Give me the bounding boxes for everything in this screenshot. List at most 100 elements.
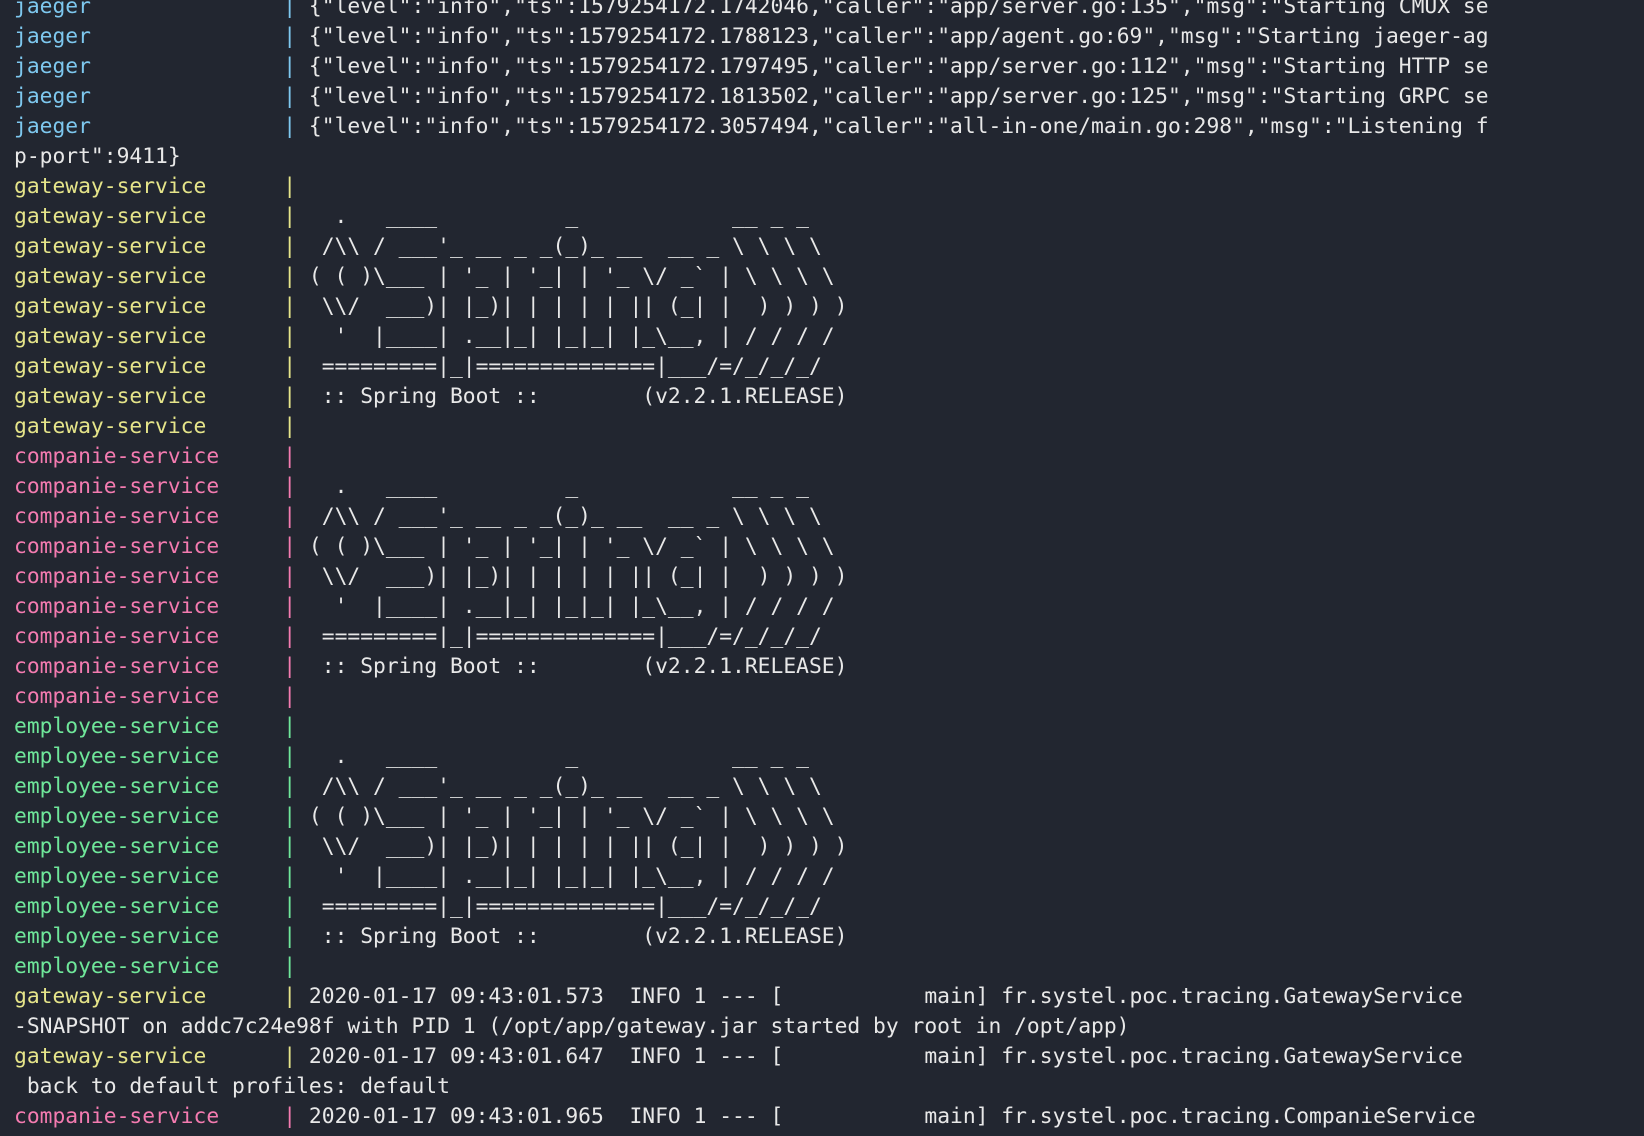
log-line: employee-service | . ____ _ __ _ _ xyxy=(14,742,1644,772)
log-message: =========|_|==============|___/=/_/_/_/ xyxy=(308,624,822,649)
log-separator: | xyxy=(270,384,309,409)
log-padding xyxy=(219,594,270,619)
log-separator: | xyxy=(270,624,309,649)
log-service-name: jaeger xyxy=(14,24,91,49)
log-padding xyxy=(206,204,270,229)
log-message: ' |____| .__|_| |_|_| |_\__, | / / / / xyxy=(308,864,835,889)
log-line: companie-service | ' |____| .__|_| |_|_|… xyxy=(14,592,1644,622)
log-separator: | xyxy=(270,324,309,349)
log-separator: | xyxy=(270,114,309,139)
log-service-name: companie-service xyxy=(14,684,220,709)
log-message: {"level":"info","ts":1579254172.3057494,… xyxy=(308,114,1489,139)
log-line: jaeger | {"level":"info","ts":1579254172… xyxy=(14,52,1644,82)
log-message: /\\ / ___'_ __ _ _(_)_ __ __ _ \ \ \ \ xyxy=(308,774,822,799)
log-service-name: gateway-service xyxy=(14,174,207,199)
log-service-name: employee-service xyxy=(14,954,220,979)
log-message: {"level":"info","ts":1579254172.1742046,… xyxy=(308,0,1489,19)
log-message: /\\ / ___'_ __ _ _(_)_ __ __ _ \ \ \ \ xyxy=(308,504,822,529)
log-padding xyxy=(219,444,270,469)
log-padding xyxy=(206,174,270,199)
log-padding xyxy=(91,24,271,49)
log-line: gateway-service | /\\ / ___'_ __ _ _(_)_… xyxy=(14,232,1644,262)
log-separator: | xyxy=(270,204,309,229)
log-padding xyxy=(206,324,270,349)
log-separator: | xyxy=(270,894,309,919)
log-padding xyxy=(219,534,270,559)
log-separator: | xyxy=(270,444,309,469)
log-separator: | xyxy=(270,804,309,829)
log-service-name: employee-service xyxy=(14,774,220,799)
log-service-name: gateway-service xyxy=(14,984,207,1009)
log-service-name: jaeger xyxy=(14,114,91,139)
log-separator: | xyxy=(270,594,309,619)
log-message: ' |____| .__|_| |_|_| |_\__, | / / / / xyxy=(308,594,835,619)
log-service-name: gateway-service xyxy=(14,294,207,319)
log-message: /\\ / ___'_ __ _ _(_)_ __ __ _ \ \ \ \ xyxy=(308,234,822,259)
log-service-name: gateway-service xyxy=(14,324,207,349)
log-service-name: gateway-service xyxy=(14,264,207,289)
log-separator: | xyxy=(270,744,309,769)
log-line: companie-service | xyxy=(14,682,1644,712)
log-separator: | xyxy=(270,654,309,679)
log-message: 2020-01-17 09:43:01.965 INFO 1 --- [ mai… xyxy=(308,1104,1476,1128)
log-padding xyxy=(91,114,271,139)
log-separator: | xyxy=(270,834,309,859)
log-padding xyxy=(219,834,270,859)
log-separator: | xyxy=(270,1104,309,1128)
log-message: {"level":"info","ts":1579254172.1797495,… xyxy=(308,54,1489,79)
log-line: employee-service | ( ( )\___ | '_ | '_| … xyxy=(14,802,1644,832)
log-separator: | xyxy=(270,474,309,499)
log-line: gateway-service | :: Spring Boot :: (v2.… xyxy=(14,382,1644,412)
log-line: companie-service | ( ( )\___ | '_ | '_| … xyxy=(14,532,1644,562)
log-line: gateway-service | ( ( )\___ | '_ | '_| |… xyxy=(14,262,1644,292)
log-line: jaeger | {"level":"info","ts":1579254172… xyxy=(14,112,1644,142)
log-padding xyxy=(219,894,270,919)
terminal-window[interactable]: jaeger | {"level":"info","ts":1579254172… xyxy=(0,0,1644,1128)
log-padding xyxy=(219,804,270,829)
log-separator: | xyxy=(270,924,309,949)
log-service-name: employee-service xyxy=(14,744,220,769)
log-separator: | xyxy=(270,1044,309,1069)
log-service-name: companie-service xyxy=(14,534,220,559)
log-service-name: companie-service xyxy=(14,624,220,649)
log-line: gateway-service | =========|_|==========… xyxy=(14,352,1644,382)
log-padding xyxy=(219,744,270,769)
log-service-name: companie-service xyxy=(14,594,220,619)
log-service-name: employee-service xyxy=(14,864,220,889)
log-service-name: gateway-service xyxy=(14,204,207,229)
log-line: p-port":9411} xyxy=(14,142,1644,172)
log-separator: | xyxy=(270,504,309,529)
log-line: companie-service | xyxy=(14,442,1644,472)
log-separator: | xyxy=(270,774,309,799)
log-message: \\/ ___)| |_)| | | | | || (_| | ) ) ) ) xyxy=(308,294,848,319)
log-service-name: companie-service xyxy=(14,1104,220,1128)
log-line: gateway-service | 2020-01-17 09:43:01.64… xyxy=(14,1042,1644,1072)
log-message: \\/ ___)| |_)| | | | | || (_| | ) ) ) ) xyxy=(308,834,848,859)
log-message: ' |____| .__|_| |_|_| |_\__, | / / / / xyxy=(308,324,835,349)
log-service-name: jaeger xyxy=(14,84,91,109)
log-message: p-port":9411} xyxy=(14,144,181,169)
log-padding xyxy=(91,0,271,19)
log-message: :: Spring Boot :: (v2.2.1.RELEASE) xyxy=(308,384,848,409)
log-message: -SNAPSHOT on addc7c24e98f with PID 1 (/o… xyxy=(14,1014,1130,1039)
log-message: :: Spring Boot :: (v2.2.1.RELEASE) xyxy=(308,654,848,679)
log-separator: | xyxy=(270,534,309,559)
log-service-name: companie-service xyxy=(14,504,220,529)
log-separator: | xyxy=(270,864,309,889)
log-service-name: companie-service xyxy=(14,474,220,499)
log-line: gateway-service | . ____ _ __ _ _ xyxy=(14,202,1644,232)
log-line: gateway-service | 2020-01-17 09:43:01.57… xyxy=(14,982,1644,1012)
log-line: employee-service | /\\ / ___'_ __ _ _(_)… xyxy=(14,772,1644,802)
log-service-name: employee-service xyxy=(14,894,220,919)
log-message: =========|_|==============|___/=/_/_/_/ xyxy=(308,894,822,919)
log-separator: | xyxy=(270,84,309,109)
log-separator: | xyxy=(270,54,309,79)
log-message: 2020-01-17 09:43:01.647 INFO 1 --- [ mai… xyxy=(308,1044,1463,1069)
log-separator: | xyxy=(270,294,309,319)
log-service-name: gateway-service xyxy=(14,384,207,409)
log-service-name: employee-service xyxy=(14,714,220,739)
log-padding xyxy=(206,264,270,289)
log-line: companie-service | . ____ _ __ _ _ xyxy=(14,472,1644,502)
log-padding xyxy=(206,354,270,379)
log-separator: | xyxy=(270,264,309,289)
